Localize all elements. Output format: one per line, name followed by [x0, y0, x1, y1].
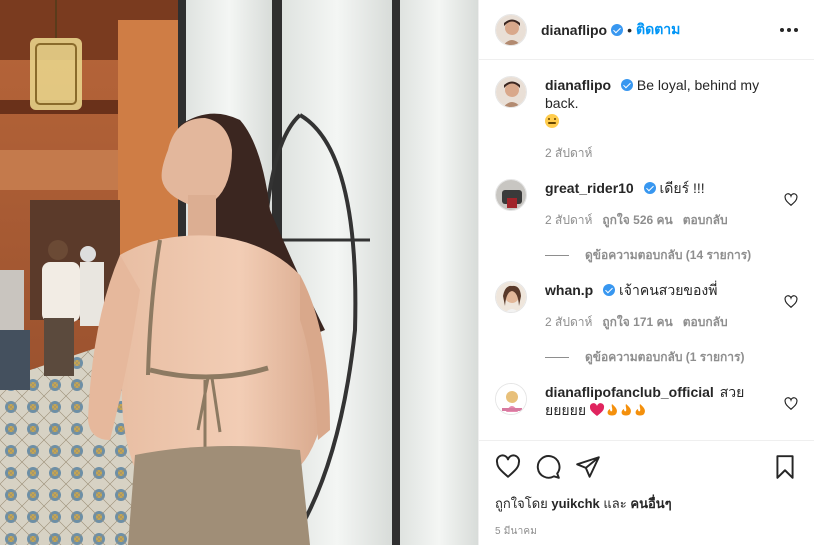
- liked-by-user[interactable]: yuikchk: [551, 496, 599, 511]
- comment-body: great_rider10 เดียร์ !!! 2 สัปดาห์ ถูกใจ…: [545, 179, 798, 230]
- comment-text: great_rider10 เดียร์ !!!: [545, 179, 776, 197]
- post-side-panel: dianaflipo • ติดตาม dianaflipo Be loyal,…: [478, 0, 814, 545]
- comment-text: dianaflipofanclub_official สวยยยยยย: [545, 383, 776, 419]
- comment-username[interactable]: great_rider10: [545, 180, 634, 196]
- avatar[interactable]: [495, 76, 527, 108]
- instagram-post: dianaflipo • ติดตาม dianaflipo Be loyal,…: [0, 0, 814, 545]
- avatar[interactable]: [495, 383, 527, 415]
- comment-content: เดียร์ !!!: [659, 180, 705, 196]
- view-replies-label: ดูข้อความตอบกลับ (14 รายการ): [585, 248, 752, 262]
- comment-item: dianaflipofanclub_official สวยยยยยย: [495, 367, 798, 419]
- caption-username[interactable]: dianaflipo: [545, 77, 611, 93]
- comment-body: whan.p เจ้าคนสวยของพี่ 2 สัปดาห์ ถูกใจ 1…: [545, 281, 798, 332]
- avatar[interactable]: [495, 13, 527, 46]
- reply-button[interactable]: ตอบกลับ: [683, 313, 728, 332]
- likes-conj: และ: [603, 496, 627, 511]
- avatar-image: [496, 282, 526, 312]
- divider: [545, 357, 569, 358]
- comment-age[interactable]: 2 สัปดาห์: [545, 313, 592, 332]
- liked-by-others[interactable]: คนอื่นๆ: [630, 496, 671, 511]
- comment-username[interactable]: whan.p: [545, 282, 593, 298]
- caption-body: dianaflipo Be loyal, behind my back. 2 ส…: [545, 76, 798, 163]
- post-header: dianaflipo • ติดตาม: [479, 0, 814, 60]
- post-photo[interactable]: [0, 0, 478, 545]
- bookmark-icon[interactable]: [772, 454, 798, 480]
- verified-badge-icon: [611, 23, 624, 36]
- verified-badge-icon: [621, 79, 634, 91]
- view-replies-label: ดูข้อความตอบกลับ (1 รายการ): [585, 350, 745, 364]
- likes-summary: ถูกใจโดย yuikchk และ คนอื่นๆ: [495, 493, 798, 514]
- avatar[interactable]: [495, 281, 527, 313]
- avatar[interactable]: [495, 179, 527, 211]
- view-replies-button[interactable]: ดูข้อความตอบกลับ (14 รายการ): [545, 246, 798, 265]
- view-replies-button[interactable]: ดูข้อความตอบกลับ (1 รายการ): [545, 348, 798, 367]
- comment-age[interactable]: 2 สัปดาห์: [545, 211, 592, 230]
- verified-badge-icon: [603, 284, 616, 296]
- caption-age[interactable]: 2 สัปดาห์: [545, 144, 592, 163]
- likes-prefix: ถูกใจโดย: [495, 496, 548, 511]
- post-date[interactable]: 5 มีนาคม: [495, 524, 798, 539]
- heart-fire-emoji-icon: [589, 402, 652, 418]
- comment-meta: 2 สัปดาห์ ถูกใจ 526 คน ตอบกลับ: [545, 211, 776, 230]
- follow-button[interactable]: ติดตาม: [636, 19, 680, 41]
- comment-likes[interactable]: ถูกใจ 526 คน: [602, 211, 672, 230]
- comment-body: dianaflipofanclub_official สวยยยยยย: [545, 383, 798, 419]
- heart-outline-icon[interactable]: [495, 454, 521, 480]
- comment-item: whan.p เจ้าคนสวยของพี่ 2 สัปดาห์ ถูกใจ 1…: [495, 265, 798, 332]
- header-user-block: dianaflipo • ติดตาม: [541, 19, 680, 41]
- caption-text: dianaflipo Be loyal, behind my back.: [545, 76, 776, 130]
- comment-text: whan.p เจ้าคนสวยของพี่: [545, 281, 776, 299]
- grimace-smile-emoji-icon: [545, 114, 559, 128]
- verified-badge-icon: [643, 182, 656, 194]
- avatar-image: [496, 14, 526, 45]
- post-actions: ถูกใจโดย yuikchk และ คนอื่นๆ 5 มีนาคม: [479, 440, 814, 545]
- avatar-image: [496, 77, 526, 107]
- comment-content: เจ้าคนสวยของพี่: [619, 282, 718, 298]
- avatar-image: [496, 384, 526, 414]
- comment-heart-icon[interactable]: [784, 193, 798, 207]
- comment-item: great_rider10 เดียร์ !!! 2 สัปดาห์ ถูกใจ…: [495, 163, 798, 230]
- post-image: [0, 0, 478, 545]
- caption: dianaflipo Be loyal, behind my back. 2 ส…: [495, 60, 798, 163]
- paper-plane-icon[interactable]: [575, 454, 601, 480]
- action-icons-row: [495, 441, 798, 493]
- comment-heart-icon[interactable]: [784, 397, 798, 411]
- comment-likes[interactable]: ถูกใจ 171 คน: [602, 313, 672, 332]
- caption-meta: 2 สัปดาห์: [545, 144, 776, 163]
- comment-heart-icon[interactable]: [784, 295, 798, 309]
- header-username[interactable]: dianaflipo: [541, 22, 607, 38]
- avatar-image: [496, 180, 526, 210]
- header-separator: •: [627, 21, 633, 38]
- comment-bubble-icon[interactable]: [535, 454, 561, 480]
- divider: [545, 255, 569, 256]
- comment-meta: 2 สัปดาห์ ถูกใจ 171 คน ตอบกลับ: [545, 313, 776, 332]
- comments-list[interactable]: dianaflipo Be loyal, behind my back. 2 ส…: [479, 60, 814, 440]
- reply-button[interactable]: ตอบกลับ: [683, 211, 728, 230]
- more-options-icon[interactable]: [778, 20, 800, 40]
- comment-username[interactable]: dianaflipofanclub_official: [545, 384, 714, 400]
